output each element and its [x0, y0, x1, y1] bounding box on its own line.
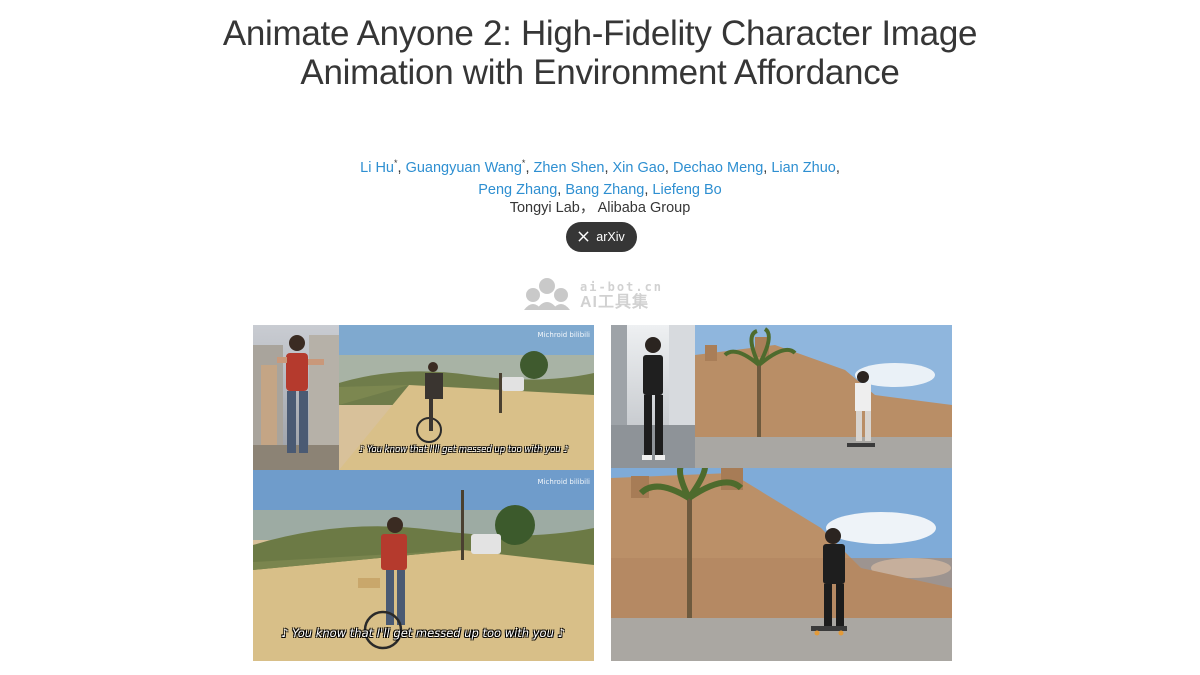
generated-result-panel — [611, 468, 952, 661]
video-subtitle: ♪ You know that I'll get messed up too w… — [281, 626, 565, 640]
video-subtitle: ♪ You know that I'll get messed up too w… — [359, 445, 569, 455]
author-link[interactable]: Dechao Meng — [673, 160, 763, 176]
reference-character-panel — [611, 325, 695, 468]
driving-video-panel: Michroid bilibili ♪ You know that I'll g… — [339, 325, 594, 470]
author-link[interactable]: Lian Zhuo — [771, 160, 836, 176]
author-link[interactable]: Xin Gao — [613, 160, 665, 176]
arxiv-button[interactable]: arXiv — [566, 222, 637, 252]
page-title: Animate Anyone 2: High-Fidelity Characte… — [222, 14, 978, 92]
watermark: ai-bot.cn AI工具集 — [522, 276, 682, 316]
generated-result-panel: Michroid bilibili ♪ You know that I'll g… — [253, 470, 594, 661]
watermark-name: AI工具集 — [580, 294, 650, 311]
author-link[interactable]: Peng Zhang — [478, 182, 557, 198]
author-line-1: Li Hu*, Guangyuan Wang*, Zhen Shen, Xin … — [360, 158, 840, 176]
driving-video-panel — [695, 325, 952, 468]
channel-watermark: Michroid bilibili — [537, 331, 590, 339]
channel-watermark: Michroid bilibili — [537, 478, 590, 486]
demo-video-bicycle[interactable]: Michroid bilibili ♪ You know that I'll g… — [253, 325, 594, 661]
arxiv-button-label: arXiv — [596, 230, 625, 244]
reference-character-panel — [253, 325, 339, 470]
watermark-url: ai-bot.cn — [580, 280, 664, 294]
author-link[interactable]: Liefeng Bo — [652, 182, 721, 198]
author-link[interactable]: Guangyuan Wang* — [406, 158, 526, 176]
reference-character-image — [611, 325, 695, 468]
author-link[interactable]: Zhen Shen — [534, 160, 605, 176]
cloud-people-icon — [522, 276, 572, 317]
affiliation: Tongyi Lab， Alibaba Group — [509, 200, 691, 216]
author-link[interactable]: Bang Zhang — [565, 182, 644, 198]
author-list: Li Hu*, Guangyuan Wang*, Zhen Shen, Xin … — [250, 152, 950, 201]
demo-video-skateboard[interactable] — [611, 325, 952, 661]
reference-character-image — [253, 335, 339, 470]
author-link[interactable]: Li Hu* — [360, 158, 397, 176]
x-logo-icon — [578, 230, 589, 244]
